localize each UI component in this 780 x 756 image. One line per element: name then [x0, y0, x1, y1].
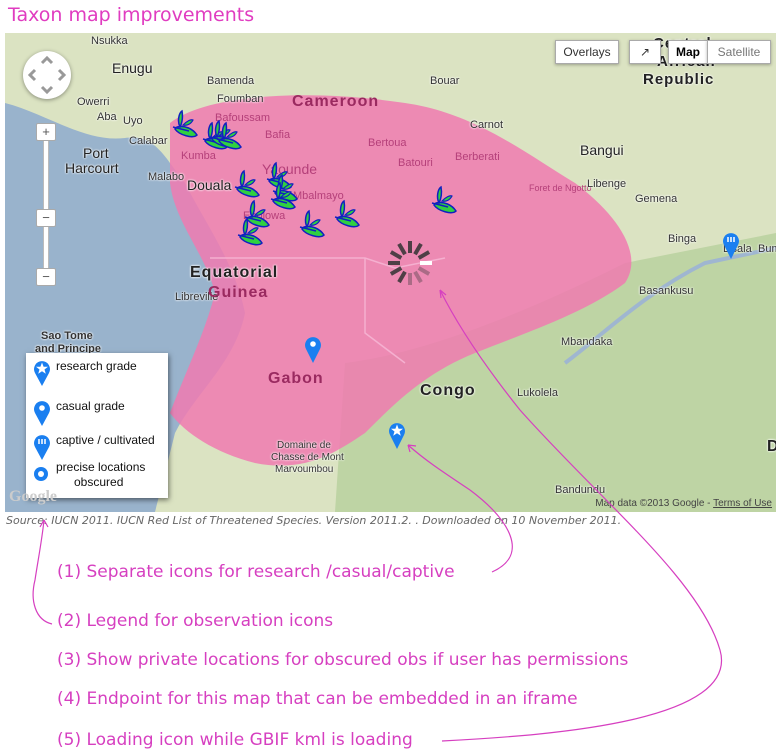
casual-pin-icon[interactable] — [305, 337, 321, 363]
zoom-slider-handle[interactable]: − — [36, 209, 56, 227]
observation-legend: research grade casual grade captive / cu… — [26, 353, 168, 498]
research-pin-icon[interactable] — [389, 423, 405, 449]
note-5: (5) Loading icon while GBIF kml is loadi… — [57, 730, 413, 750]
leaf-marker-icon[interactable] — [299, 209, 325, 238]
captive-pin-icon[interactable] — [723, 233, 739, 259]
leaf-marker-icon[interactable] — [234, 169, 260, 198]
zoom-slider[interactable] — [43, 125, 49, 277]
terms-of-use-link[interactable]: Terms of Use — [713, 498, 772, 509]
map-type-satellite-button[interactable]: Satellite — [707, 40, 771, 64]
striped-pin-icon — [34, 435, 50, 460]
note-2: (2) Legend for observation icons — [57, 611, 334, 631]
map-type-map-button[interactable]: Map — [668, 40, 708, 64]
fullscreen-button[interactable]: ↗ — [629, 40, 661, 64]
leaf-marker-icon[interactable] — [334, 199, 360, 228]
leaf-marker-icon[interactable] — [431, 185, 457, 214]
page-title: Taxon map improvements — [8, 4, 255, 26]
google-logo: Google — [9, 488, 57, 505]
loading-spinner-icon — [388, 241, 432, 285]
pan-control[interactable] — [23, 51, 71, 99]
star-pin-icon — [34, 361, 50, 386]
overlays-button[interactable]: Overlays — [555, 40, 619, 64]
leaf-marker-icon[interactable] — [172, 109, 198, 138]
leaf-marker-icon[interactable] — [244, 199, 270, 228]
pan-arrows-icon — [27, 55, 67, 95]
note-1: (1) Separate icons for research /casual/… — [57, 562, 455, 582]
source-caption: Source: IUCN 2011. IUCN Red List of Thre… — [6, 514, 622, 527]
pin-icon — [34, 401, 50, 426]
map-attribution: Map data ©2013 Google - Terms of Use — [595, 498, 772, 509]
zoom-out-button[interactable]: − — [36, 268, 56, 286]
zoom-in-button[interactable]: + — [36, 123, 56, 141]
external-link-icon: ↗ — [639, 45, 651, 59]
note-4: (4) Endpoint for this map that can be em… — [57, 689, 578, 709]
arrow-2 — [32, 519, 53, 625]
note-3: (3) Show private locations for obscured … — [57, 650, 629, 670]
taxon-map[interactable]: Nsukka Enugu Owerri Aba Uyo Port Harcour… — [5, 33, 776, 512]
